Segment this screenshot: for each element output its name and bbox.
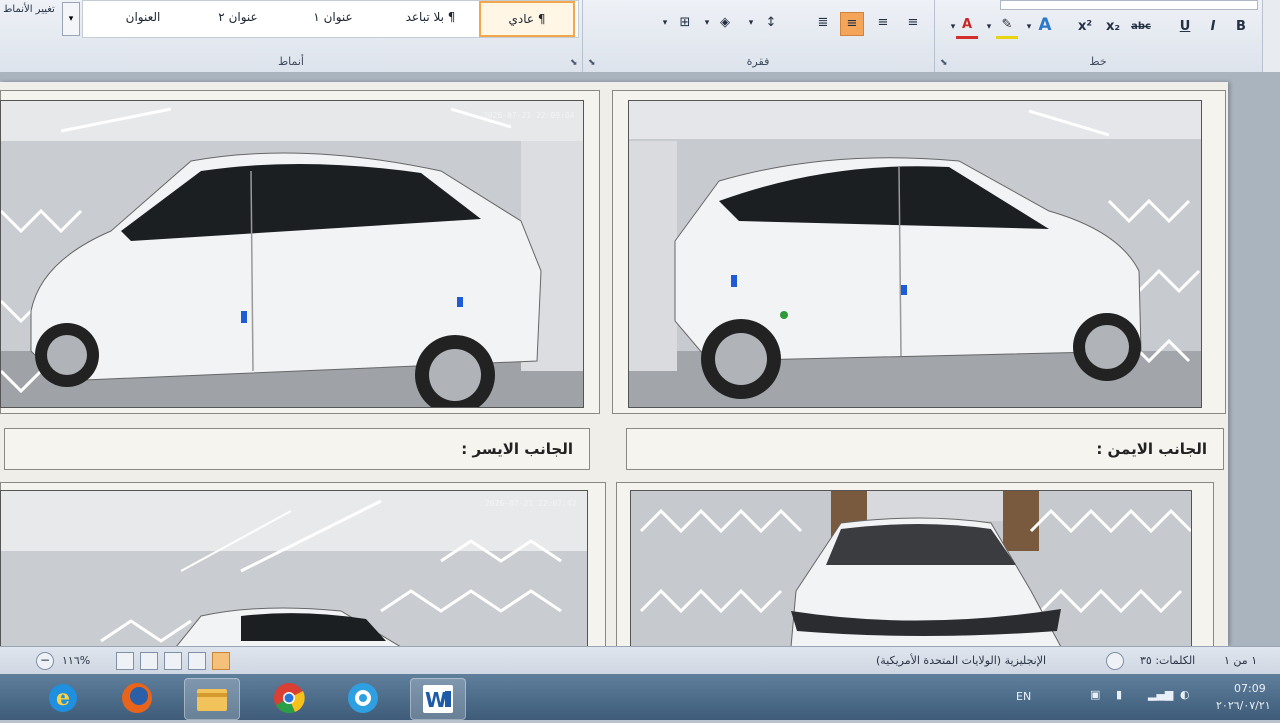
file-explorer-icon[interactable] [184, 678, 240, 720]
outline-view-icon[interactable] [140, 652, 158, 670]
align-left-icon[interactable]: ≡ [840, 12, 864, 36]
left-side-caption-text: الجانب الايسر : [461, 440, 573, 458]
italic-button[interactable]: I [1202, 16, 1224, 38]
firefox-icon[interactable] [110, 678, 164, 718]
paragraph-group-label: فقرة [746, 55, 770, 68]
draft-view-icon[interactable] [116, 652, 134, 670]
car-rear-image [1, 491, 587, 647]
dropdown-arrow-icon[interactable]: ▾ [740, 12, 762, 34]
right-side-caption-text: الجانب الايمن : [1096, 440, 1207, 458]
style-heading-1[interactable]: عنوان ١ [288, 1, 378, 33]
style-no-spacing[interactable]: ¶ بلا تباعد [383, 1, 478, 33]
style-heading-1-label: عنوان ١ [313, 10, 353, 24]
underline-button[interactable]: U [1174, 16, 1196, 38]
ribbon-scroll-strip[interactable] [1262, 0, 1280, 72]
font-group: ▾ A ▾ ✎ ▾ A x² x₂ abc U I B ⬊ خط [934, 0, 1262, 72]
status-bar: − %١١٦ الإنجليزية (الولايات المتحدة الأم… [0, 646, 1280, 675]
zoom-out-icon[interactable]: − [36, 652, 54, 670]
style-heading-2-label: عنوان ٢ [218, 10, 258, 24]
keyboard-language[interactable]: EN [1016, 690, 1031, 703]
car-right-side-image [629, 101, 1201, 407]
styles-group: تغيير الأنماط ▾ العنوان عنوان ٢ عنوان ١ … [0, 0, 583, 72]
style-normal-label: ¶ عادي [508, 12, 546, 26]
document-area: 2026-07-21 22:09:04 الجانب الايسر: الجا… [0, 72, 1280, 648]
page-indicator[interactable]: ١ من ١ [1224, 654, 1257, 667]
word-count[interactable]: الكلمات: ٣٥ [1140, 654, 1195, 667]
font-color-button[interactable]: A [956, 14, 978, 39]
change-styles-button[interactable]: تغيير الأنماط [0, 0, 58, 44]
clock-date[interactable]: ٢٠٢٦/٠٧/٢١ [1216, 699, 1271, 712]
taskbar: e W EN ▣ ▮ ▂▄▆ ◐ 07:09 ٢٠٢٦/٠٧/٢١ [0, 674, 1280, 720]
borders-icon[interactable]: ⊞ [674, 12, 696, 34]
styles-group-label: أنماط [277, 55, 304, 68]
superscript-button[interactable]: x² [1074, 16, 1096, 38]
shading-icon[interactable]: ◈ [714, 12, 736, 34]
svg-text:e: e [56, 685, 70, 711]
car-front-image [631, 491, 1191, 647]
full-screen-reading-icon[interactable] [188, 652, 206, 670]
subscript-button[interactable]: x₂ [1102, 16, 1124, 38]
line-spacing-icon[interactable]: ↕ [760, 12, 782, 34]
photo-timestamp: 2026-07-21 22:07:42 [485, 499, 577, 508]
left-side-caption[interactable]: الجانب الايسر : [4, 428, 590, 470]
style-heading-2[interactable]: عنوان ٢ [193, 1, 283, 33]
media-player-icon[interactable] [336, 678, 390, 718]
highlight-icon[interactable]: ✎ [996, 14, 1018, 39]
style-title-label: العنوان [125, 10, 161, 24]
clock-time[interactable]: 07:09 [1234, 682, 1266, 695]
svg-text:W: W [425, 688, 447, 712]
proofing-icon[interactable] [1106, 652, 1124, 670]
right-side-caption[interactable]: الجانب الايمن : [626, 428, 1224, 470]
volume-icon[interactable]: ◐ [1180, 688, 1190, 701]
styles-gallery: العنوان عنوان ٢ عنوان ١ ¶ بلا تباعد ¶ عا… [82, 0, 579, 38]
web-layout-icon[interactable] [164, 652, 182, 670]
chrome-icon[interactable] [262, 678, 316, 718]
print-layout-icon[interactable] [212, 652, 230, 670]
battery-icon[interactable]: ▮ [1116, 688, 1122, 701]
language-indicator[interactable]: الإنجليزية (الولايات المتحدة الأمريكية) [876, 654, 1046, 667]
ribbon: تغيير الأنماط ▾ العنوان عنوان ٢ عنوان ١ … [0, 0, 1280, 73]
change-styles-label: تغيير الأنماط [3, 4, 55, 15]
font-group-label: خط [1089, 55, 1107, 68]
dropdown-arrow-icon[interactable]: ▾ [654, 12, 676, 34]
network-icon[interactable]: ▣ [1090, 688, 1100, 701]
paragraph-group: ▾ ⊞ ▾ ◈ ▾ ↕ ≣ ≡ ≡ ≡ ⬊ فقرة [582, 0, 935, 72]
photo-timestamp: 2026-07-21 22:09:04 [483, 111, 575, 120]
car-left-side-image [1, 101, 583, 407]
style-no-spacing-label: ¶ بلا تباعد [405, 10, 456, 24]
bold-button[interactable]: B [1230, 16, 1252, 38]
text-effects-button[interactable]: A [1034, 14, 1056, 36]
justify-icon[interactable]: ≣ [812, 12, 834, 34]
car-rear-photo: 2026-07-21 22:07:42 [0, 490, 588, 647]
zoom-level[interactable]: %١١٦ [62, 654, 90, 667]
document-page[interactable]: 2026-07-21 22:09:04 الجانب الايسر: الجا… [0, 82, 1228, 648]
car-left-side-photo: 2026-07-21 22:09:04 [0, 100, 584, 408]
signal-icon[interactable]: ▂▄▆ [1148, 688, 1173, 701]
internet-explorer-icon[interactable]: e [36, 678, 90, 718]
word-icon[interactable]: W [410, 678, 466, 720]
align-right-icon[interactable]: ≡ [902, 12, 924, 34]
style-title[interactable]: العنوان [98, 1, 188, 33]
strikethrough-button[interactable]: abc [1130, 16, 1152, 38]
chevron-down-icon[interactable]: ▾ [62, 2, 80, 36]
car-front-photo [630, 490, 1192, 647]
font-size-box[interactable] [1000, 0, 1258, 10]
car-right-side-photo [628, 100, 1202, 408]
style-normal[interactable]: ¶ عادي [479, 1, 575, 37]
align-center-icon[interactable]: ≡ [872, 12, 894, 34]
